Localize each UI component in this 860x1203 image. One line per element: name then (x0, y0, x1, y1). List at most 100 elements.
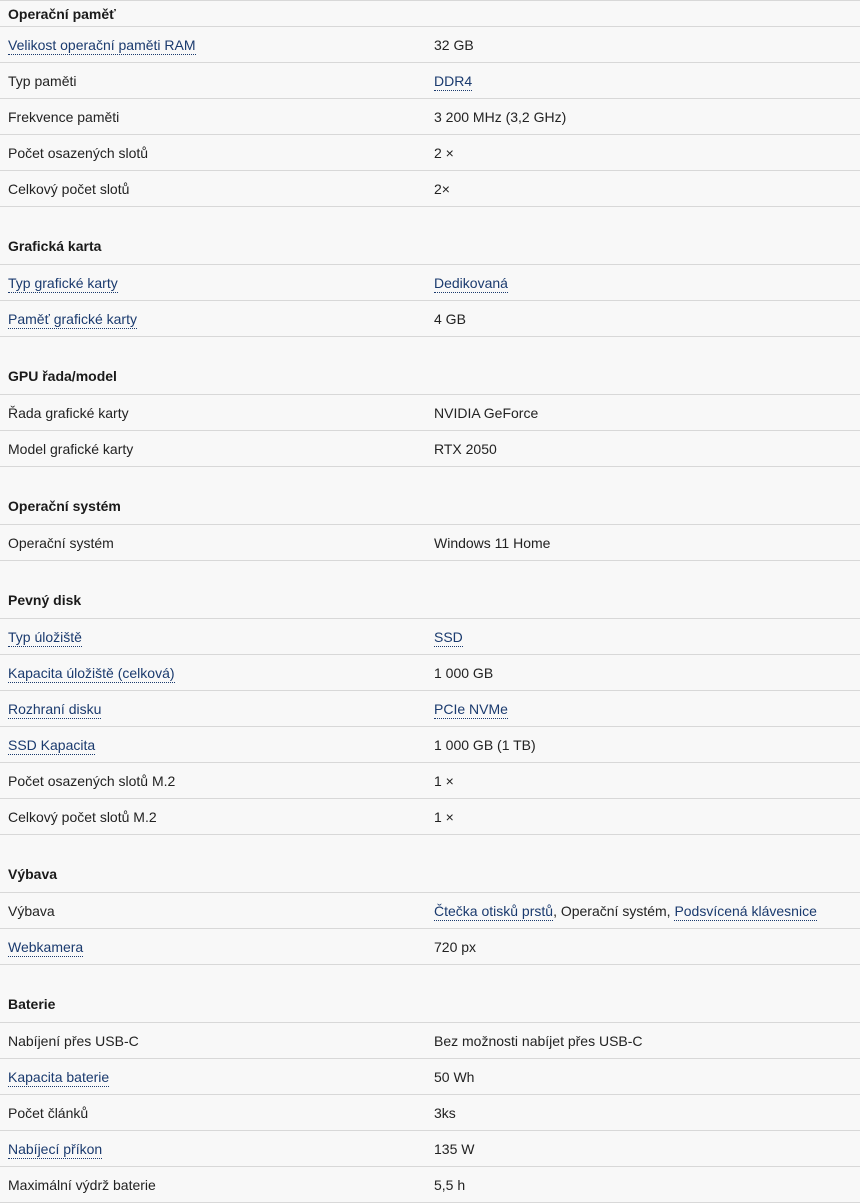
spec-row: Počet osazených slotů M.2 1 × (0, 763, 860, 799)
spec-value-cell: Bez možnosti nabíjet přes USB-C (434, 1033, 860, 1049)
spec-label-cell: Maximální výdrž baterie (0, 1177, 434, 1193)
spec-value-cell: 3 200 MHz (3,2 GHz) (434, 109, 860, 125)
spec-row: Kapacita baterie 50 Wh (0, 1059, 860, 1095)
spec-value-cell: RTX 2050 (434, 441, 860, 457)
spec-value-link[interactable]: Podsvícená klávesnice (674, 902, 817, 921)
spec-row: Počet článků 3ks (0, 1095, 860, 1131)
spec-label: Model grafické karty (8, 440, 134, 457)
spec-value-cell: SSD (434, 628, 860, 647)
spec-value-cell: 2 × (434, 145, 860, 161)
spec-label: Nabíjení přes USB-C (8, 1032, 139, 1049)
spec-value: 1 000 GB (1 TB) (434, 736, 536, 753)
spec-label: Maximální výdrž baterie (8, 1176, 156, 1193)
spec-row: Typ úložiště SSD (0, 619, 860, 655)
spec-label-cell: Typ úložiště (0, 628, 434, 647)
spec-value-cell: 1 × (434, 809, 860, 825)
spec-section-gpu-rada-model: GPU řada/model Řada grafické karty NVIDIA … (0, 337, 860, 467)
spec-label-link[interactable]: Rozhraní disku (8, 700, 102, 719)
spec-label-cell: Webkamera (0, 938, 434, 957)
spec-label-link[interactable]: Paměť grafické karty (8, 310, 137, 329)
spec-label-cell: Nabíjecí příkon (0, 1140, 434, 1159)
spec-label-cell: Velikost operační paměti RAM (0, 36, 434, 55)
spec-value-link[interactable]: SSD (434, 628, 463, 647)
spec-row: Kapacita úložiště (celková) 1 000 GB (0, 655, 860, 691)
spec-row: Rozhraní disku PCIe NVMe (0, 691, 860, 727)
section-title: Výbava (0, 835, 860, 893)
spec-value: 50 Wh (434, 1068, 475, 1085)
spec-label: Počet článků (8, 1104, 89, 1121)
spec-label: Typ paměti (8, 72, 77, 89)
spec-value-cell: DDR4 (434, 72, 860, 91)
spec-section-graficka-karta: Grafická karta Typ grafické karty Dedikova… (0, 207, 860, 337)
spec-value-cell: 4 GB (434, 311, 860, 327)
spec-value-link[interactable]: Čtečka otisků prstů (434, 902, 554, 921)
spec-label-cell: Počet osazených slotů M.2 (0, 773, 434, 789)
spec-label-link[interactable]: Velikost operační paměti RAM (8, 36, 196, 55)
spec-value: 3ks (434, 1104, 456, 1121)
spec-value: RTX 2050 (434, 440, 497, 457)
spec-value-link[interactable]: PCIe NVMe (434, 700, 508, 719)
spec-label: Řada grafické karty (8, 404, 129, 421)
spec-label: Počet osazených slotů (8, 144, 149, 161)
spec-value-cell: Windows 11 Home (434, 535, 860, 551)
spec-value: 1 000 GB (434, 664, 494, 681)
spec-label: Celkový počet slotů M.2 (8, 808, 157, 825)
spec-label-link[interactable]: SSD Kapacita (8, 736, 96, 755)
spec-label-link[interactable]: Kapacita úložiště (celková) (8, 664, 175, 683)
spec-value: 2× (434, 180, 450, 197)
spec-value: Windows 11 Home (434, 534, 551, 551)
spec-value-cell: PCIe NVMe (434, 700, 860, 719)
spec-label-link[interactable]: Nabíjecí příkon (8, 1140, 103, 1159)
spec-label-cell: Operační systém (0, 535, 434, 551)
spec-row: Celkový počet slotů 2× (0, 171, 860, 207)
spec-value: 32 GB (434, 36, 474, 53)
spec-label-cell: Celkový počet slotů M.2 (0, 809, 434, 825)
spec-value-cell: 1 000 GB (1 TB) (434, 737, 860, 753)
spec-value: 1 × (434, 808, 454, 825)
spec-row: Řada grafické karty NVIDIA GeForce (0, 395, 860, 431)
spec-table: Operační paměť Velikost operační paměti R… (0, 0, 860, 1203)
spec-row: Webkamera 720 px (0, 929, 860, 965)
spec-value-cell: 720 px (434, 939, 860, 955)
spec-value-cell: Čtečka otisků prstů, Operační systém, Po… (434, 902, 860, 921)
spec-value: 135 W (434, 1140, 475, 1157)
spec-label-link[interactable]: Typ grafické karty (8, 274, 118, 293)
spec-value-cell: 50 Wh (434, 1069, 860, 1085)
spec-section-operacni-pamet: Operační paměť Velikost operační paměti R… (0, 1, 860, 207)
spec-section-baterie: Baterie Nabíjení přes USB-C Bez možnosti n… (0, 965, 860, 1203)
spec-label-cell: Výbava (0, 903, 434, 919)
spec-label-cell: Řada grafické karty (0, 405, 434, 421)
spec-label-cell: Celkový počet slotů (0, 181, 434, 197)
spec-section-operacni-system: Operační systém Operační systém Windows 11… (0, 467, 860, 561)
spec-row: Nabíjení přes USB-C Bez možnosti nabíjet … (0, 1023, 860, 1059)
spec-label: Počet osazených slotů M.2 (8, 772, 176, 789)
spec-section-pevny-disk: Pevný disk Typ úložiště SSD Kapacita úložiš… (0, 561, 860, 835)
spec-label-link[interactable]: Webkamera (8, 938, 84, 957)
spec-value: 1 × (434, 772, 454, 789)
spec-value-cell: NVIDIA GeForce (434, 405, 860, 421)
spec-value-cell: 1 000 GB (434, 665, 860, 681)
spec-value: 4 GB (434, 310, 466, 327)
section-title: Operační systém (0, 467, 860, 525)
spec-value: 5,5 h (434, 1176, 466, 1193)
spec-value-cell: 1 × (434, 773, 860, 789)
spec-label-link[interactable]: Typ úložiště (8, 628, 82, 647)
spec-row: Typ paměti DDR4 (0, 63, 860, 99)
spec-label-link[interactable]: Kapacita baterie (8, 1068, 110, 1087)
spec-label-cell: Kapacita baterie (0, 1068, 434, 1087)
spec-value-link[interactable]: Dedikovaná (434, 274, 508, 293)
spec-label: Výbava (8, 902, 55, 919)
spec-label-cell: Počet osazených slotů (0, 145, 434, 161)
section-title: Grafická karta (0, 207, 860, 265)
section-title: Pevný disk (0, 561, 860, 619)
spec-label: Operační systém (8, 534, 114, 551)
spec-label-cell: Počet článků (0, 1105, 434, 1121)
spec-section-vybava: Výbava Výbava Čtečka otisků prstů, Operačn… (0, 835, 860, 965)
spec-value-cell: 135 W (434, 1141, 860, 1157)
spec-label-cell: SSD Kapacita (0, 736, 434, 755)
section-title: Baterie (0, 965, 860, 1023)
spec-row: Velikost operační paměti RAM 32 GB (0, 27, 860, 63)
spec-row: SSD Kapacita 1 000 GB (1 TB) (0, 727, 860, 763)
spec-value: Bez možnosti nabíjet přes USB-C (434, 1032, 643, 1049)
spec-value-link[interactable]: DDR4 (434, 72, 473, 91)
